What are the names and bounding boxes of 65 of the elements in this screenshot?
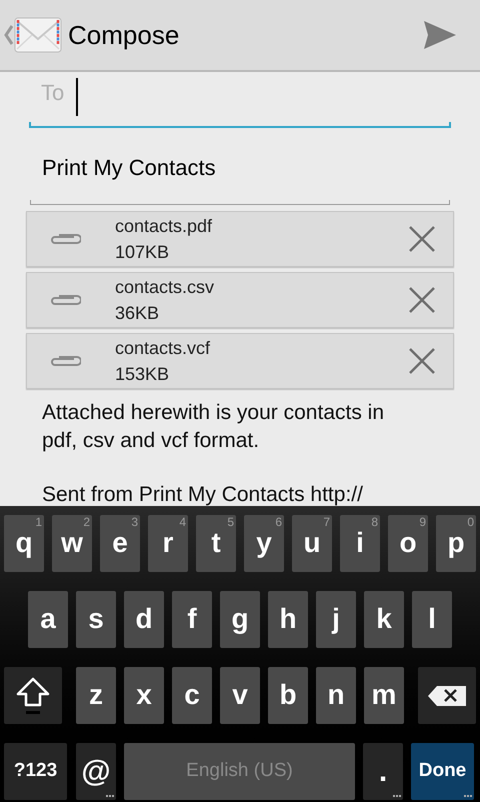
key[interactable]: c xyxy=(172,667,212,724)
key[interactable]: d xyxy=(124,591,164,648)
shift-key[interactable] xyxy=(4,667,62,724)
symbols-key[interactable]: ?123 xyxy=(4,743,67,800)
key[interactable]: r 4 xyxy=(148,515,188,572)
key[interactable]: q 1 xyxy=(4,515,44,572)
window-title: Compose xyxy=(68,18,180,52)
subject-field[interactable]: Print My Contacts xyxy=(30,142,450,205)
key[interactable]: j xyxy=(316,591,356,648)
backspace-icon xyxy=(427,684,467,706)
key-hint: 9 xyxy=(419,515,426,529)
key[interactable]: g xyxy=(220,591,260,648)
key[interactable]: b xyxy=(268,667,308,724)
key[interactable]: h xyxy=(268,591,308,648)
key-hint: 0 xyxy=(467,515,474,529)
key[interactable]: t 5 xyxy=(196,515,236,572)
key-hint: 2 xyxy=(83,515,90,529)
key[interactable]: x xyxy=(124,667,164,724)
body-paragraph: Sent from Print My Contacts http:// xyxy=(42,482,364,506)
up-button[interactable] xyxy=(4,15,62,55)
key[interactable]: p 0 xyxy=(436,515,476,572)
remove-button[interactable] xyxy=(407,285,437,315)
key[interactable]: w 2 xyxy=(52,515,92,572)
key-hint: 3 xyxy=(131,515,138,529)
attachment-size: 107KB xyxy=(115,241,170,264)
body-paragraph: Attached herewith is your contacts in pdf, csv and vcf format. xyxy=(42,400,386,454)
key[interactable]: e 3 xyxy=(100,515,140,572)
remove-button[interactable] xyxy=(407,224,437,254)
key[interactable]: z xyxy=(76,667,116,724)
text-cursor xyxy=(76,78,78,116)
remove-button[interactable] xyxy=(407,346,437,376)
backspace-key[interactable] xyxy=(418,667,476,724)
back-caret-icon xyxy=(4,24,14,46)
shift-arrow-icon xyxy=(15,676,51,716)
paperclip-icon xyxy=(49,354,81,368)
key[interactable]: @ xyxy=(76,743,116,800)
key-hint: 7 xyxy=(323,515,330,529)
attachment-name: contacts.csv xyxy=(115,276,216,299)
to-field[interactable]: To xyxy=(29,74,451,128)
paperclip-icon xyxy=(49,293,81,307)
key[interactable]: y 6 xyxy=(244,515,284,572)
attachment-size: 36KB xyxy=(115,302,160,325)
envelope-icon xyxy=(14,15,62,55)
attachment-name: contacts.pdf xyxy=(115,215,214,238)
key[interactable]: u 7 xyxy=(292,515,332,572)
key[interactable]: s xyxy=(76,591,116,648)
key[interactable]: a xyxy=(28,591,68,648)
key-hint: 8 xyxy=(371,515,378,529)
key-hint: 4 xyxy=(179,515,186,529)
key[interactable]: i 8 xyxy=(340,515,380,572)
key-hint: 5 xyxy=(227,515,234,529)
key[interactable]: . xyxy=(363,743,403,800)
done-key[interactable]: Done xyxy=(411,743,474,800)
key[interactable]: m xyxy=(364,667,404,724)
key[interactable]: l xyxy=(412,591,452,648)
key[interactable]: k xyxy=(364,591,404,648)
key[interactable]: o 9 xyxy=(388,515,428,572)
key-hint: 1 xyxy=(35,515,42,529)
key[interactable]: n xyxy=(316,667,356,724)
paperclip-icon xyxy=(49,232,81,246)
key-hint: 6 xyxy=(275,515,282,529)
key[interactable]: f xyxy=(172,591,212,648)
key[interactable]: v xyxy=(220,667,260,724)
attachment-size: 153KB xyxy=(115,363,170,386)
attachment-name: contacts.vcf xyxy=(115,337,212,360)
